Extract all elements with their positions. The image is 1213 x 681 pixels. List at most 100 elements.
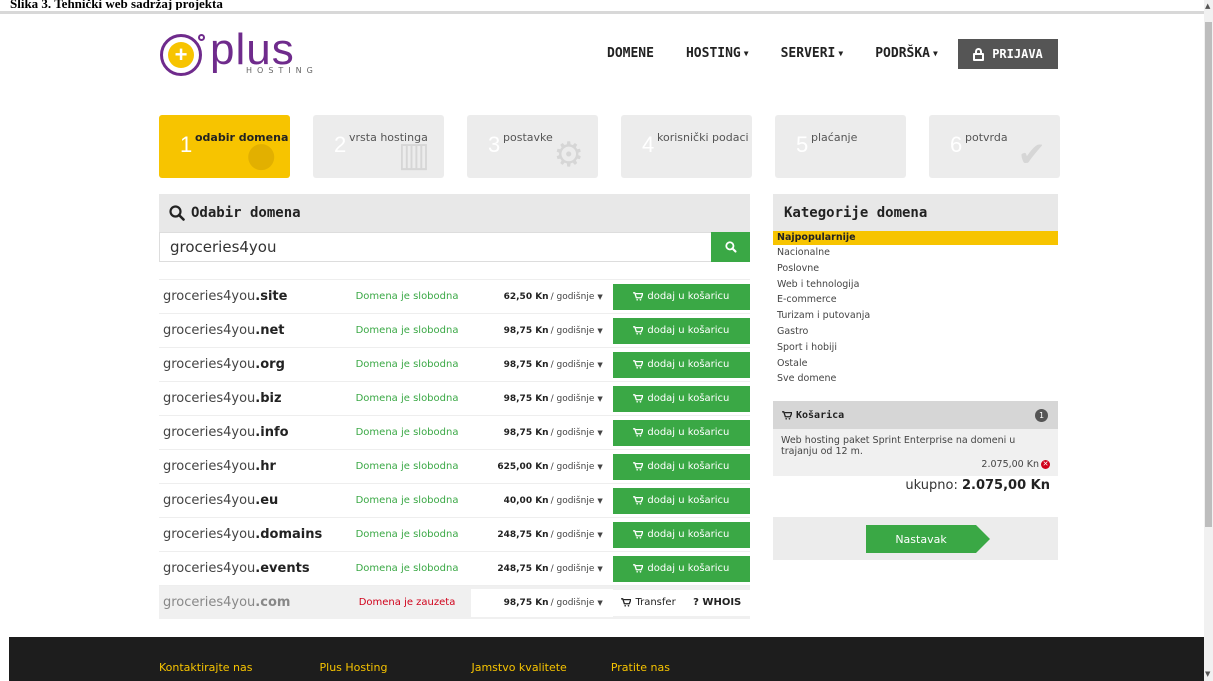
domain-result-row: groceries4you.info Domena je slobodna 98,7…: [159, 415, 750, 449]
nav-hosting[interactable]: HOSTING ▼: [686, 46, 749, 61]
cart-total-label: ukupno:: [905, 478, 958, 493]
gears-icon: ⚙: [553, 135, 584, 175]
category-item[interactable]: Ostale: [773, 356, 1058, 372]
cart-total-value: 2.075,00 Kn: [961, 478, 1050, 493]
add-to-cart-button[interactable]: dodaj u košaricu: [612, 283, 750, 310]
cart-header: Košarica 1: [773, 401, 1058, 429]
domain-name: groceries4you.org: [163, 357, 285, 372]
cart-icon: [633, 428, 644, 437]
chevron-down-icon: ▼: [597, 462, 603, 471]
chevron-down-icon: ▼: [597, 530, 603, 539]
add-to-cart-button[interactable]: dodaj u košaricu: [612, 521, 750, 548]
domain-name: groceries4you.biz: [163, 391, 282, 406]
domain-status: Domena je zauzeta: [358, 597, 456, 608]
scrollbar-thumb[interactable]: [1205, 22, 1212, 527]
domain-result-row: groceries4you.domains Domena je slobodna 2…: [159, 517, 750, 551]
nav-serveri[interactable]: SERVERI ▼: [781, 46, 844, 61]
remove-item-icon[interactable]: ✕: [1041, 460, 1050, 469]
price-period-select[interactable]: 98,75 Kn / godišnje ▼: [471, 384, 613, 413]
check-icon: ✔: [1017, 135, 1047, 175]
price-period-select[interactable]: 248,75 Kn / godišnje ▼: [471, 520, 613, 549]
domain-search-input[interactable]: [159, 232, 711, 262]
domain-result-row: groceries4you.eu Domena je slobodna 40,00 …: [159, 483, 750, 517]
transfer-button[interactable]: Transfer: [621, 597, 676, 608]
domain-result-row: groceries4you.com Domena je zauzeta 98,75 …: [159, 585, 750, 619]
step-postavke[interactable]: 3 postavke ⚙: [467, 115, 598, 178]
step-odabir-domena[interactable]: 1 odabir domena ●: [159, 115, 290, 178]
nav-domene[interactable]: DOMENE: [607, 46, 654, 61]
add-to-cart-button[interactable]: dodaj u košaricu: [612, 317, 750, 344]
chevron-down-icon: ▼: [597, 326, 603, 335]
domain-status: Domena je slobodna: [355, 529, 459, 540]
add-to-cart-button[interactable]: dodaj u košaricu: [612, 487, 750, 514]
price-period-select[interactable]: 98,75 Kn / godišnje ▼: [471, 588, 613, 617]
add-to-cart-button[interactable]: dodaj u košaricu: [612, 351, 750, 378]
chevron-down-icon: ▼: [597, 564, 603, 573]
logo-mark-icon: +: [160, 34, 205, 76]
nav-podrska[interactable]: PODRŠKA ▼: [875, 46, 938, 61]
category-item[interactable]: Sve domene: [773, 371, 1058, 387]
site-logo[interactable]: + plus HOSTING: [160, 27, 318, 76]
scroll-up-icon[interactable]: ▲: [1205, 2, 1210, 10]
category-item[interactable]: Poslovne: [773, 261, 1058, 277]
continue-area: Nastavak: [773, 517, 1058, 560]
step-korisnicki-podaci[interactable]: 4 korisnički podaci: [621, 115, 752, 178]
footer-link[interactable]: Plus Hosting: [320, 661, 388, 674]
domain-name: groceries4you.hr: [163, 459, 276, 474]
cart-item-price: 2.075,00 Kn: [981, 459, 1039, 470]
add-to-cart-button[interactable]: dodaj u košaricu: [612, 555, 750, 582]
cart-icon: [633, 530, 644, 539]
price-period-select[interactable]: 98,75 Kn / godišnje ▼: [471, 316, 613, 345]
scroll-down-icon[interactable]: ▼: [1205, 670, 1210, 678]
price-period-select[interactable]: 248,75 Kn / godišnje ▼: [471, 554, 613, 583]
category-item[interactable]: Web i tehnologija: [773, 277, 1058, 293]
domain-search-header: Odabir domena: [159, 194, 750, 232]
footer: Kontaktirajte nas Plus Hosting Jamstvo kva…: [9, 637, 1204, 681]
domain-categories-title: Kategorije domena: [784, 205, 928, 221]
login-button[interactable]: PRIJAVA: [958, 39, 1058, 69]
step-placanje[interactable]: 5 plaćanje: [775, 115, 906, 178]
category-item[interactable]: Gastro: [773, 324, 1058, 340]
category-item[interactable]: Sport i hobiji: [773, 340, 1058, 356]
search-icon: [724, 241, 737, 253]
footer-link[interactable]: Kontaktirajte nas: [159, 661, 253, 674]
domain-name: groceries4you.domains: [163, 527, 323, 542]
domain-search-button[interactable]: [711, 232, 750, 262]
domain-results-list: groceries4you.site Domena je slobodna 62,5…: [159, 279, 750, 619]
domain-name: groceries4you.events: [163, 561, 310, 576]
chevron-down-icon: ▼: [597, 394, 603, 403]
price-period-select[interactable]: 62,50 Kn / godišnje ▼: [471, 282, 613, 311]
step-vrsta-hostinga[interactable]: 2 vrsta hostinga ▥: [313, 115, 444, 178]
category-item[interactable]: Nacionalne: [773, 245, 1058, 261]
add-to-cart-button[interactable]: dodaj u košaricu: [612, 385, 750, 412]
price-period-select[interactable]: 98,75 Kn / godišnje ▼: [471, 350, 613, 379]
logo-word: plus: [210, 24, 295, 74]
cart-panel: Košarica 1 Web hosting paket Sprint Ente…: [773, 401, 1058, 476]
cart-icon: [633, 394, 644, 403]
continue-button[interactable]: Nastavak: [866, 525, 990, 553]
chevron-down-icon: ▼: [838, 49, 844, 58]
chevron-down-icon: ▼: [597, 428, 603, 437]
footer-link[interactable]: Jamstvo kvalitete: [471, 661, 566, 674]
chevron-down-icon: ▼: [933, 49, 938, 58]
add-to-cart-button[interactable]: dodaj u košaricu: [612, 419, 750, 446]
cart-icon: [633, 462, 644, 471]
cart-count-badge: 1: [1035, 408, 1048, 422]
category-item[interactable]: E-commerce: [773, 292, 1058, 308]
price-period-select[interactable]: 40,00 Kn / godišnje ▼: [471, 486, 613, 515]
whois-button[interactable]: ? WHOIS: [693, 597, 741, 608]
add-to-cart-button[interactable]: dodaj u košaricu: [612, 453, 750, 480]
step-potvrda[interactable]: 6 potvrda ✔: [929, 115, 1060, 178]
category-item[interactable]: Turizam i putovanja: [773, 308, 1058, 324]
caption-divider: [0, 11, 1204, 14]
footer-link[interactable]: Pratite nas: [611, 661, 670, 674]
footer-links: Kontaktirajte nas Plus Hosting Jamstvo kva…: [159, 661, 670, 674]
search-icon: [169, 205, 185, 221]
price-period-select[interactable]: 625,00 Kn / godišnje ▼: [471, 452, 613, 481]
domain-categories-list: Najpopularnije Nacionalne Poslovne Web i te…: [773, 231, 1058, 387]
page-scrollbar[interactable]: ▲ ▼: [1204, 0, 1213, 681]
domain-status: Domena je slobodna: [355, 393, 459, 404]
price-period-select[interactable]: 98,75 Kn / godišnje ▼: [471, 418, 613, 447]
figure-caption: Slika 3. Tehnički web sadržaj projekta: [10, 0, 223, 10]
category-item[interactable]: Najpopularnije: [773, 231, 1058, 245]
